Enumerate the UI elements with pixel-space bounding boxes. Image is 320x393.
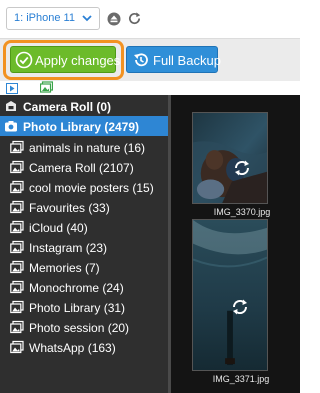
album-icon <box>10 280 24 294</box>
photo-filename: IMG_3371.jpg <box>212 374 270 384</box>
sidebar-item-label: WhatsApp (163) <box>29 341 116 355</box>
album-icon <box>10 300 24 314</box>
sidebar-item-label: Photo session (20) <box>29 321 130 335</box>
refresh-icon[interactable] <box>127 11 142 26</box>
sidebar-item-photo-library-album[interactable]: Photo Library (31) <box>0 297 168 317</box>
camera-icon <box>5 121 17 132</box>
device-select-value: 1: iPhone 11 <box>14 12 75 24</box>
sidebar-item-label: Camera Roll (2107) <box>29 161 134 175</box>
sidebar-item-icloud[interactable]: iCloud (40) <box>0 217 168 237</box>
album-icon <box>10 320 24 334</box>
sidebar-item-label: Instagram (23) <box>29 241 108 255</box>
album-icon <box>10 140 24 154</box>
list-view-icon[interactable] <box>6 83 18 94</box>
sidebar-item-monochrome[interactable]: Monochrome (24) <box>0 277 168 297</box>
full-backup-button[interactable]: Full Backup <box>126 46 221 73</box>
apply-changes-label: Apply changes <box>35 53 121 68</box>
sidebar-item-instagram[interactable]: Instagram (23) <box>0 237 168 257</box>
sidebar-item-label: animals in nature (16) <box>29 141 146 155</box>
sidebar-item-label: cool movie posters (15) <box>29 181 154 195</box>
photo-thumbnail[interactable] <box>192 219 268 371</box>
loading-refresh-icon <box>234 160 250 176</box>
sidebar-item-label: iCloud (40) <box>29 221 88 235</box>
album-icon <box>10 240 24 254</box>
sidebar-item-label: Memories (7) <box>29 261 100 275</box>
sidebar-item-whatsapp[interactable]: WhatsApp (163) <box>0 337 168 357</box>
sidebar-item-camera-roll-album[interactable]: Camera Roll (2107) <box>0 157 168 177</box>
photo-filename: IMG_3370.jpg <box>213 207 271 217</box>
photo-thumbnail[interactable] <box>192 112 268 204</box>
sidebar-item-animals-in-nature[interactable]: animals in nature (16) <box>0 137 168 157</box>
album-icon <box>10 180 24 194</box>
device-select[interactable]: 1: iPhone 11 <box>6 7 100 30</box>
check-circle-icon <box>15 51 33 69</box>
full-backup-label: Full Backup <box>153 53 221 68</box>
sidebar-item-label: Photo Library (2479) <box>23 120 140 134</box>
chevron-down-icon <box>82 15 92 22</box>
sidebar-item-photo-session[interactable]: Photo session (20) <box>0 317 168 337</box>
sidebar-item-label: Camera Roll (0) <box>23 100 112 114</box>
sidebar-item-favourites[interactable]: Favourites (33) <box>0 197 168 217</box>
album-icon <box>10 220 24 234</box>
album-icon <box>10 200 24 214</box>
sidebar-item-camera-roll[interactable]: Camera Roll (0) <box>0 96 168 116</box>
album-view-icon[interactable] <box>40 81 53 93</box>
loading-refresh-icon <box>232 299 248 315</box>
backup-history-icon <box>134 53 148 67</box>
sidebar-item-memories[interactable]: Memories (7) <box>0 257 168 277</box>
eject-icon[interactable] <box>107 12 121 26</box>
camera-roll-icon <box>6 101 16 111</box>
sidebar-item-cool-movie-posters[interactable]: cool movie posters (15) <box>0 177 168 197</box>
sidebar-item-label: Monochrome (24) <box>29 281 124 295</box>
album-icon <box>10 260 24 274</box>
sidebar-item-label: Photo Library (31) <box>29 301 126 315</box>
apply-changes-button[interactable]: Apply changes <box>10 46 120 73</box>
album-icon <box>10 160 24 174</box>
album-icon <box>10 340 24 354</box>
sidebar-item-label: Favourites (33) <box>29 201 110 215</box>
sidebar-item-photo-library[interactable]: Photo Library (2479) <box>0 116 168 136</box>
